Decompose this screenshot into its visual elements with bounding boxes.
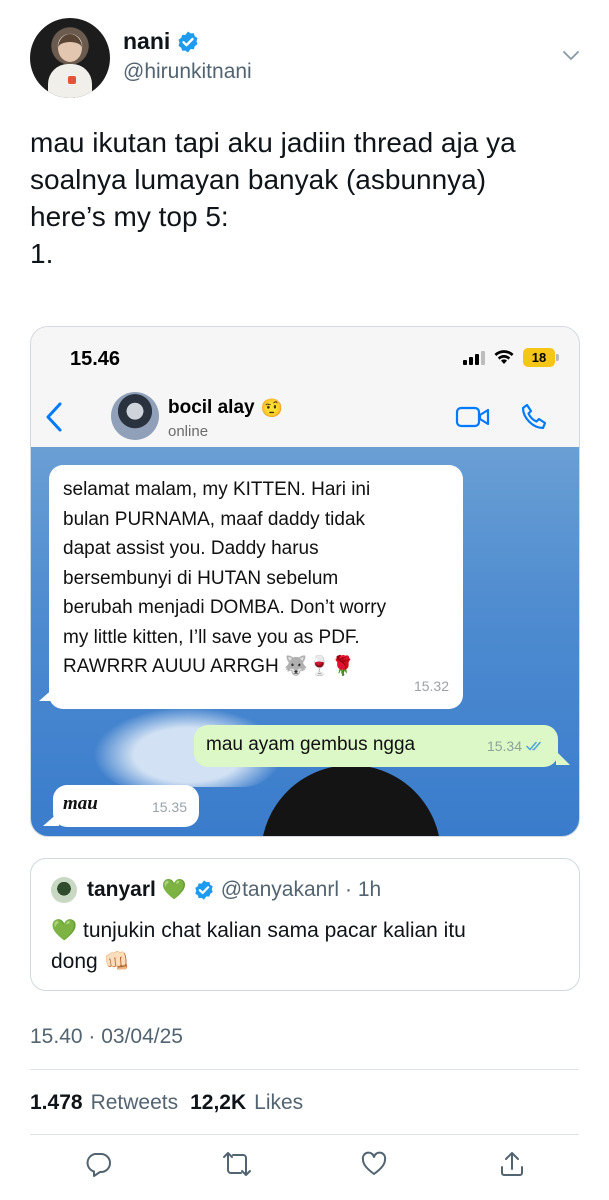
retweets-count[interactable]: 1.478	[30, 1091, 83, 1115]
video-call-icon[interactable]	[455, 405, 491, 429]
message-text: mau	[63, 793, 98, 814]
quoted-tweet-age: · 1h	[345, 877, 382, 901]
cellular-signal-icon	[463, 351, 485, 365]
outgoing-message[interactable]: mau ayam gembus ngga 15.34	[194, 725, 558, 767]
contact-avatar[interactable]	[111, 392, 159, 440]
chevron-down-icon[interactable]	[561, 48, 581, 62]
verified-badge-icon	[178, 31, 198, 52]
retweet-icon[interactable]	[221, 1150, 253, 1178]
quoted-text-line: dong 👊🏻	[51, 950, 130, 973]
quoted-author-name[interactable]: tanyarl	[87, 878, 156, 902]
tweet-media-image[interactable]: 15.46 18 bocil alay 🤨 online selamat mal…	[30, 326, 580, 837]
message-line: bersembunyi di HUTAN sebelum	[63, 567, 339, 589]
green-heart-emoji: 💚	[161, 879, 187, 901]
tweet-text-line: soalnya lumayan banyak (asbunnya)	[30, 164, 487, 195]
bubble-tail	[556, 751, 570, 765]
status-time: 15.46	[70, 348, 121, 370]
author-handle[interactable]: @hirunkitnani	[123, 60, 252, 84]
message-time: 15.34	[486, 738, 522, 754]
battery-indicator: 18	[523, 348, 555, 367]
verified-badge-icon	[195, 879, 213, 900]
quoted-tweet[interactable]: tanyarl 💚 @tanyakanrl · 1h 💚 tunjukin ch…	[30, 858, 580, 991]
message-meta: 15.34	[487, 738, 544, 754]
tweet-timestamp[interactable]: 15.40 · 03/04/25	[30, 1025, 183, 1049]
tweet-text: mau ikutan tapi aku jadiin thread aja ya…	[30, 124, 590, 272]
message-time: 15.32	[413, 677, 449, 694]
tweet-text-line: mau ikutan tapi aku jadiin thread aja ya	[30, 127, 516, 158]
battery-tip	[556, 354, 559, 361]
message-line: selamat malam, my KITTEN. Hari ini	[63, 479, 371, 500]
contact-name-row[interactable]: bocil alay 🤨	[168, 397, 283, 419]
message-line: berubah menjadi DOMBA. Don’t worry	[63, 597, 387, 618]
retweets-label[interactable]: Retweets	[91, 1091, 179, 1115]
divider	[30, 1134, 579, 1135]
message-line: bulan PURNAMA, maaf daddy tidak	[63, 508, 366, 530]
read-receipt-icon	[526, 741, 541, 751]
author-display-name[interactable]: nani	[123, 28, 170, 55]
likes-count[interactable]: 12,2K	[190, 1091, 246, 1115]
back-chevron-icon[interactable]	[45, 401, 63, 433]
incoming-message[interactable]: mau 15.35	[53, 785, 199, 827]
quoted-tweet-text: 💚 tunjukin chat kalian sama pacar kalian…	[51, 915, 561, 977]
message-line: my little kitten, I’ll save you as PDF.	[63, 626, 360, 648]
tweet-text-line: here’s my top 5:	[30, 201, 229, 232]
likes-label[interactable]: Likes	[254, 1091, 303, 1115]
message-line: dapat assist you. Daddy harus	[63, 538, 319, 559]
message-text: mau ayam gembus ngga	[206, 734, 416, 755]
reply-icon[interactable]	[84, 1150, 112, 1178]
share-icon[interactable]	[498, 1150, 526, 1178]
author-avatar[interactable]	[30, 18, 110, 98]
quoted-text-line: 💚 tunjukin chat kalian sama pacar kalian…	[51, 919, 466, 942]
wifi-icon	[494, 350, 514, 364]
phone-call-icon[interactable]	[519, 402, 549, 432]
quoted-author-row: tanyarl 💚 @tanyakanrl · 1h	[87, 877, 381, 902]
chat-header: bocil alay 🤨 online	[31, 387, 579, 447]
contact-name: bocil alay	[168, 397, 255, 418]
divider	[30, 1069, 579, 1070]
like-icon[interactable]	[360, 1150, 388, 1178]
contact-status: online	[168, 423, 209, 440]
chat-wallpaper: selamat malam, my KITTEN. Hari ini bulan…	[31, 447, 579, 836]
phone-status-bar: 15.46 18	[31, 327, 579, 387]
incoming-message[interactable]: selamat malam, my KITTEN. Hari ini bulan…	[49, 465, 463, 709]
contact-emoji: 🤨	[260, 397, 284, 418]
quoted-author-handle[interactable]: @tanyakanrl	[221, 878, 339, 902]
author-name-row[interactable]: nani	[123, 28, 200, 55]
tweet-text-line: 1.	[30, 238, 54, 269]
message-line: RAWRRR AUUU ARRGH 🐺🍷🌹	[63, 656, 355, 677]
message-time: 15.35	[151, 799, 187, 815]
tweet-stats: 1.478 Retweets 12,2K Likes	[30, 1091, 303, 1115]
quoted-author-avatar[interactable]	[51, 877, 77, 903]
wallpaper-figure	[261, 765, 441, 836]
